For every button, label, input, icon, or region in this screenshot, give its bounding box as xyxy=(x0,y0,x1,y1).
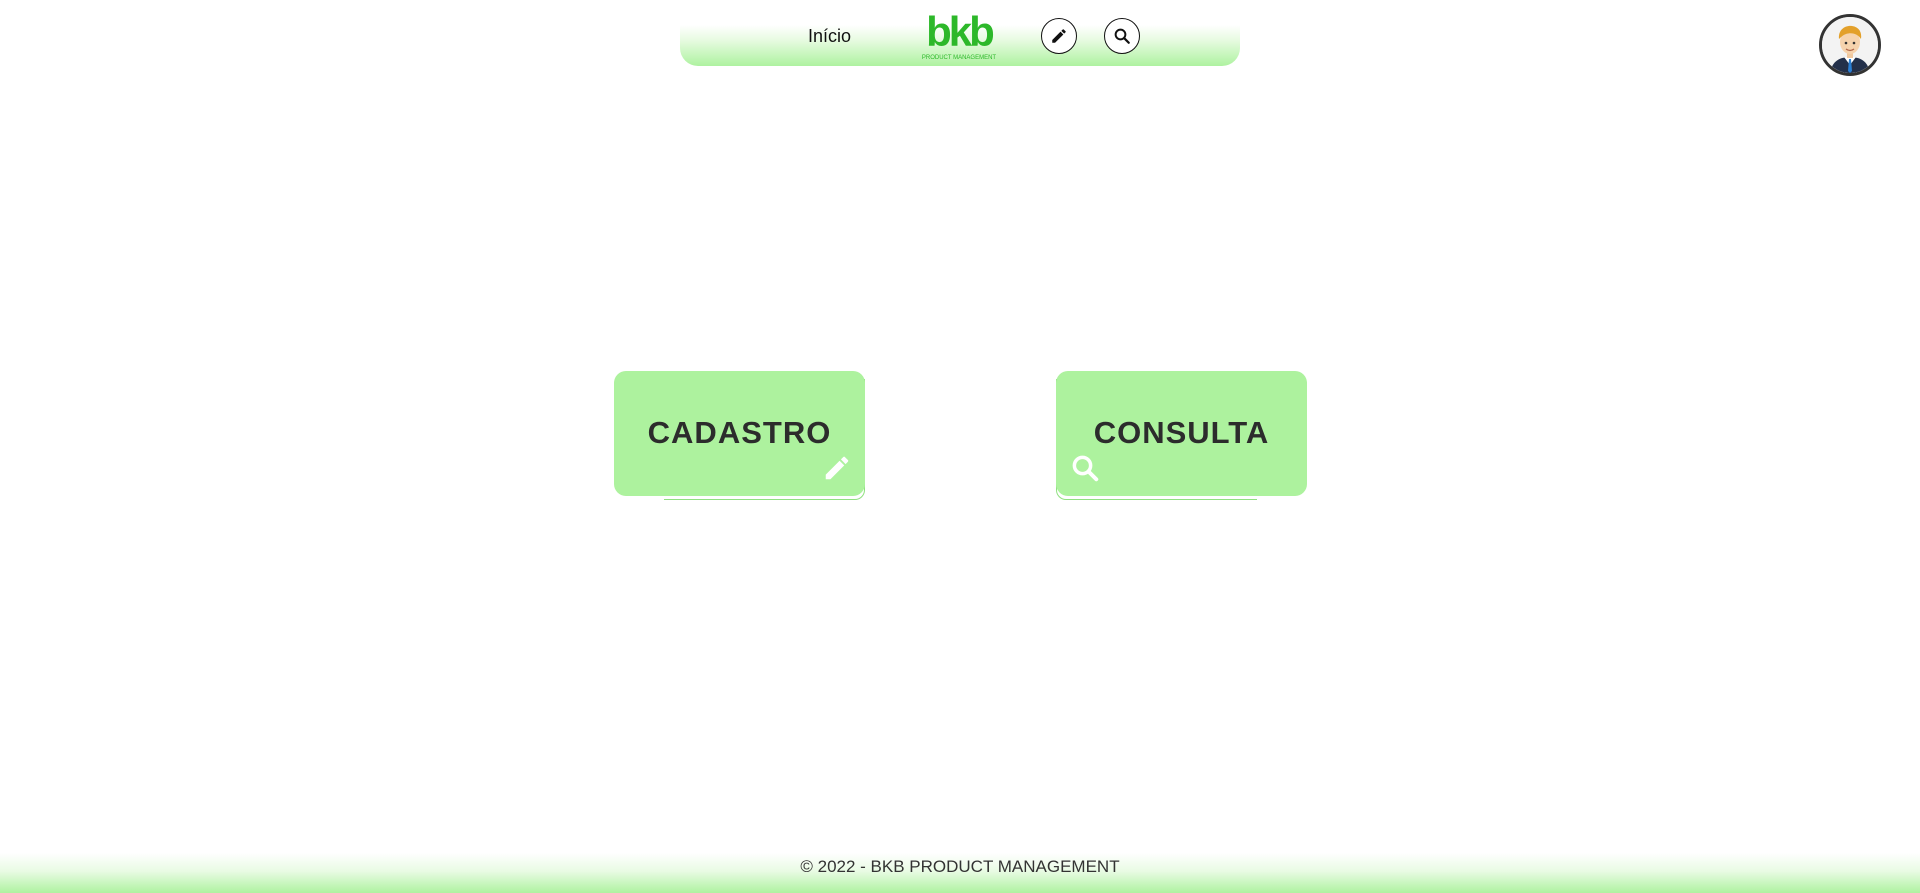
logo-text: bkb xyxy=(926,12,993,55)
consulta-card[interactable]: CONSULTA xyxy=(1056,371,1307,496)
search-icon xyxy=(1114,28,1130,44)
user-avatar[interactable] xyxy=(1819,14,1881,76)
nav-search-button[interactable] xyxy=(1104,18,1140,54)
pencil-icon xyxy=(1052,29,1066,43)
pencil-icon xyxy=(825,456,849,480)
cadastro-card-label: CADASTRO xyxy=(647,415,832,450)
user-avatar-icon xyxy=(1822,17,1878,73)
consulta-card-label: CONSULTA xyxy=(1093,415,1270,450)
consulta-card-wrapper: CONSULTA xyxy=(1056,371,1307,501)
footer-copyright: © 2022 - BKB PRODUCT MANAGEMENT xyxy=(800,857,1120,876)
search-icon xyxy=(1072,455,1099,482)
nav-edit-button[interactable] xyxy=(1041,18,1077,54)
nav-link-inicio[interactable]: Início xyxy=(808,26,851,47)
bkb-logo[interactable]: bkb PRODUCT MANAGEMENT xyxy=(920,12,998,62)
cadastro-card[interactable]: CADASTRO xyxy=(614,371,865,496)
logo-tagline: PRODUCT MANAGEMENT xyxy=(922,55,997,61)
cadastro-card-wrapper: CADASTRO xyxy=(614,371,865,501)
